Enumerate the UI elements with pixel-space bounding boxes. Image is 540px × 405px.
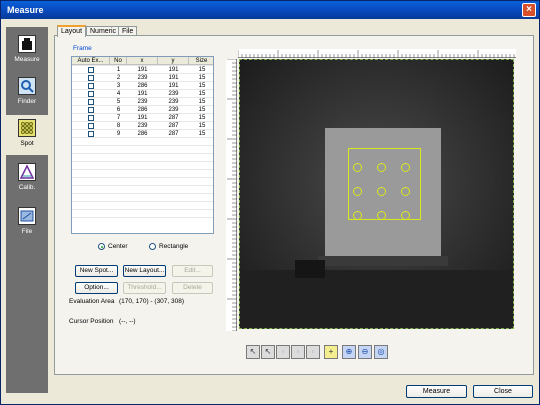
- sidebar-item-label: Finder: [17, 98, 37, 105]
- column-header-no[interactable]: No: [110, 57, 127, 65]
- file-icon: [18, 207, 36, 225]
- horizontal-ruler: [237, 49, 516, 58]
- resize-icon[interactable]: ▫: [291, 345, 305, 359]
- window-title: Measure: [7, 5, 44, 15]
- cursor-position-value: (--, --): [119, 318, 136, 325]
- row-divider: [72, 73, 213, 74]
- new-spot-button[interactable]: New Spot...: [75, 265, 118, 277]
- row-divider: [72, 193, 213, 194]
- rectangle-radio-label: Rectangle: [159, 243, 189, 250]
- new-layout-button[interactable]: New Layout...: [123, 265, 166, 277]
- image-viewer: [226, 49, 516, 332]
- move-icon[interactable]: ▫: [276, 345, 290, 359]
- sidebar: Measure Finder Spot Calib. File: [6, 27, 48, 393]
- close-window-button[interactable]: ×: [522, 3, 536, 17]
- grid-icon[interactable]: +: [324, 345, 338, 359]
- sidebar-item-file[interactable]: File: [6, 203, 48, 243]
- sidebar-item-spot[interactable]: Spot: [6, 115, 48, 155]
- zoom-fit-icon[interactable]: ◎: [374, 345, 388, 359]
- camera-image[interactable]: [239, 59, 514, 329]
- spot-icon: [18, 119, 36, 137]
- row-divider: [72, 209, 213, 210]
- spot-marker[interactable]: [401, 211, 410, 220]
- sidebar-item-measure[interactable]: Measure: [6, 31, 48, 71]
- row-divider: [72, 97, 213, 98]
- select-spot-icon[interactable]: ↖: [261, 345, 275, 359]
- threshold-button[interactable]: Threshold...: [123, 282, 166, 294]
- row-divider: [72, 185, 213, 186]
- delete-spot-icon[interactable]: ▫: [306, 345, 320, 359]
- row-divider: [72, 129, 213, 130]
- row-divider: [72, 169, 213, 170]
- row-divider: [72, 105, 213, 106]
- measure-icon: [18, 35, 36, 53]
- rectangle-radio[interactable]: [149, 243, 156, 250]
- row-divider: [72, 145, 213, 146]
- option-button[interactable]: Option...: [75, 282, 118, 294]
- spot-marker[interactable]: [401, 163, 410, 172]
- column-header-auto-exposure[interactable]: Auto Ex...: [72, 57, 110, 65]
- close-button[interactable]: Close: [473, 385, 533, 398]
- row-divider: [72, 153, 213, 154]
- row-divider: [72, 65, 213, 66]
- sidebar-item-calibration[interactable]: Calib.: [6, 159, 48, 199]
- zoom-out-icon[interactable]: ⊖: [358, 345, 372, 359]
- sidebar-item-label: Calib.: [18, 184, 36, 191]
- evaluation-area-rect[interactable]: [348, 148, 421, 220]
- spot-marker[interactable]: [377, 163, 386, 172]
- finder-icon: [18, 77, 36, 95]
- spot-marker[interactable]: [377, 211, 386, 220]
- vertical-ruler: [226, 58, 237, 332]
- row-divider: [72, 89, 213, 90]
- row-divider: [72, 201, 213, 202]
- evaluation-area-value: (170, 170) - (307, 308): [119, 298, 185, 305]
- sidebar-item-finder[interactable]: Finder: [6, 73, 48, 113]
- row-divider: [72, 217, 213, 218]
- table-header: Auto Ex... No x y Size: [72, 57, 213, 65]
- title-bar: Measure ×: [1, 1, 539, 19]
- column-header-y[interactable]: y: [158, 57, 189, 65]
- spot-table[interactable]: Auto Ex... No x y Size 1 191 191 15 2 239 191 1…: [71, 56, 214, 234]
- spot-marker[interactable]: [353, 163, 362, 172]
- spot-marker[interactable]: [353, 187, 362, 196]
- measure-window: Measure × Measure Finder Spot Calib. Fil…: [0, 0, 540, 405]
- tab-layout[interactable]: Layout: [57, 25, 87, 37]
- spot-marker[interactable]: [401, 187, 410, 196]
- row-divider: [72, 161, 213, 162]
- row-divider: [72, 113, 213, 114]
- column-header-size[interactable]: Size: [189, 57, 213, 65]
- frame-label: Frame: [73, 45, 92, 52]
- row-divider: [72, 81, 213, 82]
- evaluation-area-label: Evaluation Area: [69, 298, 115, 305]
- center-radio-label: Center: [108, 243, 128, 250]
- cursor-position-label: Cursor Position: [69, 318, 114, 325]
- column-header-x[interactable]: x: [127, 57, 158, 65]
- spot-marker[interactable]: [353, 211, 362, 220]
- delete-button[interactable]: Delete: [172, 282, 213, 294]
- sidebar-item-label: File: [21, 228, 33, 235]
- calibration-icon: [18, 163, 36, 181]
- row-divider: [72, 177, 213, 178]
- edit-button[interactable]: Edit...: [172, 265, 213, 277]
- select-arrow-icon[interactable]: ↖: [246, 345, 260, 359]
- sidebar-item-label: Spot: [20, 140, 34, 147]
- row-divider: [72, 137, 213, 138]
- row-divider: [72, 121, 213, 122]
- spot-marker[interactable]: [377, 187, 386, 196]
- center-radio[interactable]: [98, 243, 105, 250]
- measure-button[interactable]: Measure: [406, 385, 467, 398]
- sidebar-item-label: Measure: [14, 56, 40, 63]
- zoom-in-icon[interactable]: ⊕: [342, 345, 356, 359]
